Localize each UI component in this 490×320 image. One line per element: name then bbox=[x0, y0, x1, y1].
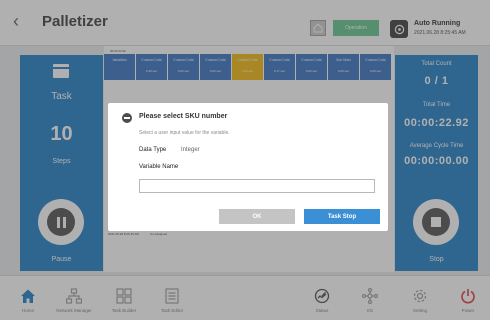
minus-circle-icon bbox=[122, 113, 132, 123]
dialog-subtitle: Select a user input value for the variab… bbox=[139, 130, 230, 136]
variable-name-input[interactable] bbox=[139, 179, 375, 193]
data-type-label: Data Type bbox=[139, 147, 167, 153]
data-type-value: Integer bbox=[181, 147, 200, 153]
sku-select-dialog: Please select SKU number Select a user i… bbox=[108, 103, 388, 231]
variable-name-label: Variable Name bbox=[139, 164, 179, 170]
ok-button[interactable]: OK bbox=[219, 209, 295, 224]
dialog-title: Please select SKU number bbox=[139, 113, 228, 120]
task-stop-button[interactable]: Task Stop bbox=[304, 209, 380, 224]
